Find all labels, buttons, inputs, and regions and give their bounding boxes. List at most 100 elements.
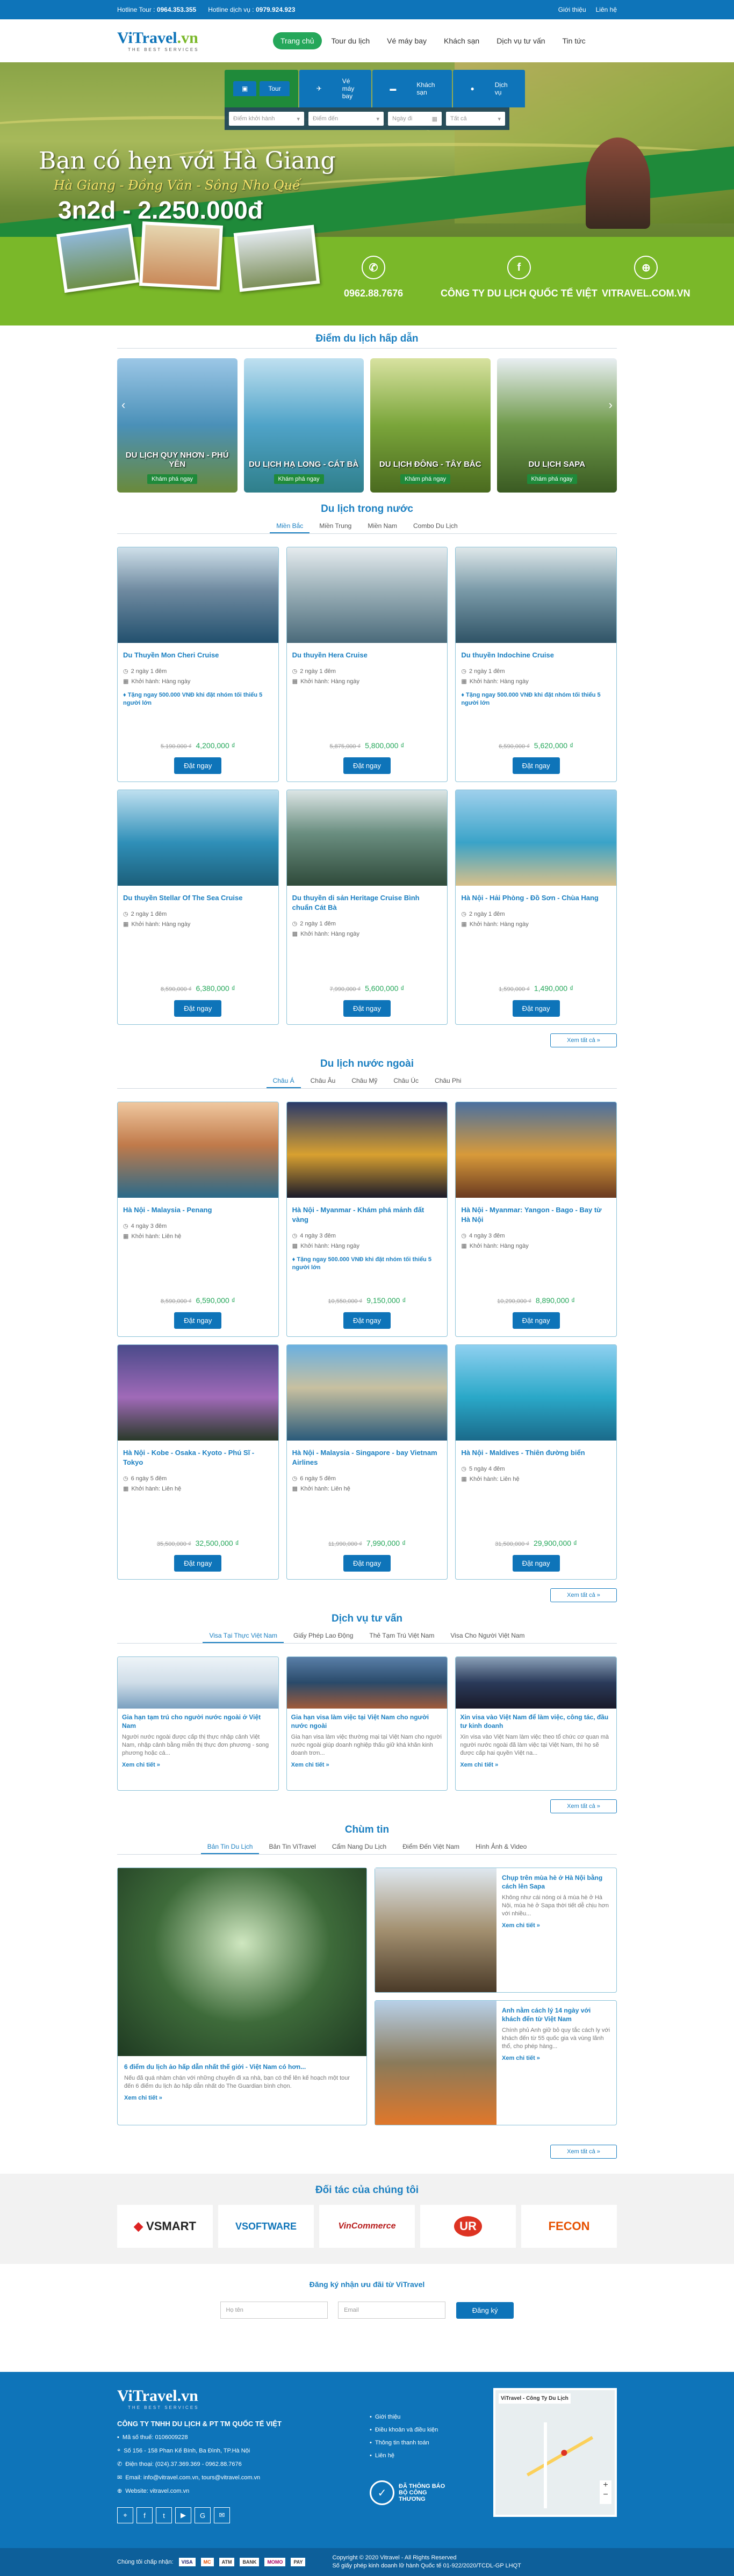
tour-card[interactable]: Hà Nội - Maldives - Thiên đường biển ◷ 5 … bbox=[455, 1344, 617, 1580]
tab-visa-vn[interactable]: Visa Tại Thực Việt Nam bbox=[203, 1629, 284, 1643]
tour-title[interactable]: Hà Nội - Kobe - Osaka - Kyoto - Phú Sĩ -… bbox=[123, 1448, 273, 1467]
read-more-link[interactable]: Xem chi tiết » bbox=[502, 2055, 611, 2061]
read-more-link[interactable]: Xem chi tiết » bbox=[460, 1762, 612, 1768]
slider-prev-icon[interactable]: ‹ bbox=[121, 398, 125, 412]
tab-australia[interactable]: Châu Úc bbox=[387, 1074, 425, 1088]
news-view-all[interactable]: Xem tất cả » bbox=[550, 2145, 617, 2159]
explore-button[interactable]: Khám phá ngay bbox=[147, 474, 198, 484]
read-more-link[interactable]: Xem chi tiết » bbox=[124, 2095, 360, 2101]
partner-logo[interactable]: FECON bbox=[521, 2205, 617, 2248]
nav-news[interactable]: Tin tức bbox=[555, 32, 593, 49]
tab-europe[interactable]: Châu Âu bbox=[304, 1074, 342, 1088]
tab-asia[interactable]: Châu Á bbox=[266, 1074, 301, 1088]
destination-card[interactable]: DU LỊCH QUY NHƠN - PHÚ YÊN Khám phá ngay bbox=[117, 358, 238, 493]
tour-title[interactable]: Hà Nội - Myanmar - Khám phá mảnh đất vàn… bbox=[292, 1205, 442, 1225]
tour-image[interactable] bbox=[286, 1345, 448, 1441]
tour-title[interactable]: Du thuyền di sản Heritage Cruise Bình ch… bbox=[292, 893, 442, 913]
service-card[interactable]: Gia hạn tạm trú cho người nước ngoài ở V… bbox=[117, 1656, 279, 1791]
departure-select[interactable]: Điểm khởi hành ▾ bbox=[229, 112, 304, 126]
tour-card[interactable]: Hà Nội - Malaysia - Penang ◷ 4 ngày 3 đêm… bbox=[117, 1102, 279, 1337]
tour-image[interactable] bbox=[456, 790, 616, 886]
tab-vitravel-news[interactable]: Bản Tin ViTravel bbox=[262, 1840, 322, 1854]
tour-card[interactable]: Hà Nội - Malaysia - Singapore - bay Viet… bbox=[286, 1344, 448, 1580]
slider-next-icon[interactable]: › bbox=[609, 398, 613, 412]
tour-card[interactable]: Du thuyền Hera Cruise ◷ 2 ngày 1 đêm ▦ Khở… bbox=[286, 547, 448, 782]
tab-residence-card[interactable]: Thẻ Tạm Trú Việt Nam bbox=[363, 1629, 441, 1643]
news-item[interactable]: Chụp trên mùa hè ở Hà Nội bằng cách lên … bbox=[375, 1868, 617, 1993]
youtube-icon[interactable]: ▶ bbox=[175, 2507, 191, 2523]
ministry-badge[interactable]: ✓ ĐÃ THÔNG BÁO BỘ CÔNG THƯƠNG bbox=[370, 2480, 493, 2505]
book-now-button[interactable]: Đặt ngay bbox=[174, 1555, 222, 1572]
tour-image[interactable] bbox=[286, 790, 448, 886]
tour-card[interactable]: Hà Nội - Myanmar: Yangon - Bago - Bay từ… bbox=[455, 1102, 617, 1337]
book-now-button[interactable]: Đặt ngay bbox=[343, 1312, 391, 1329]
tour-title[interactable]: Hà Nội - Hải Phòng - Đồ Sơn - Chùa Hang bbox=[461, 893, 611, 903]
tour-title[interactable]: Hà Nội - Myanmar: Yangon - Bago - Bay từ… bbox=[461, 1205, 611, 1225]
book-now-button[interactable]: Đặt ngay bbox=[512, 757, 560, 774]
google-plus-icon[interactable]: G bbox=[195, 2507, 211, 2523]
foreign-view-all[interactable]: Xem tất cả » bbox=[550, 1588, 617, 1602]
tour-image[interactable] bbox=[456, 1345, 616, 1441]
nav-tours[interactable]: Tour du lịch bbox=[324, 32, 378, 49]
explore-button[interactable]: Khám phá ngay bbox=[527, 474, 577, 484]
destination-card[interactable]: DU LỊCH HẠ LONG - CÁT BÀ Khám phá ngay bbox=[243, 358, 364, 493]
nav-hotels[interactable]: Khách sạn bbox=[436, 32, 487, 49]
news-item[interactable]: Anh nằm cách lý 14 ngày với khách đến từ… bbox=[375, 2000, 617, 2125]
twitter-icon[interactable]: t bbox=[156, 2507, 172, 2523]
book-now-button[interactable]: Đặt ngay bbox=[512, 1000, 560, 1017]
tour-title[interactable]: Du thuyền Stellar Of The Sea Cruise bbox=[123, 893, 273, 903]
destination-card[interactable]: DU LỊCH SAPA Khám phá ngay bbox=[496, 358, 617, 493]
tour-image[interactable] bbox=[118, 790, 278, 886]
map-zoom-icon[interactable]: + − bbox=[600, 2480, 611, 2504]
tab-america[interactable]: Châu Mỹ bbox=[345, 1074, 384, 1088]
destination-card[interactable]: DU LỊCH ĐÔNG - TÂY BẮC Khám phá ngay bbox=[370, 358, 491, 493]
tour-title[interactable]: Hà Nội - Malaysia - Penang bbox=[123, 1205, 273, 1215]
about-link[interactable]: Giới thiệu bbox=[558, 6, 586, 13]
service-title[interactable]: Xin visa vào Việt Nam để làm việc, công … bbox=[460, 1713, 612, 1730]
news-headline[interactable]: Chụp trên mùa hè ở Hà Nội bằng cách lên … bbox=[502, 1873, 611, 1891]
hero-banner[interactable]: ▣ Tour ✈ Vé máy bay ▬ Khách sạn ● Dịch vụ Đi… bbox=[0, 62, 734, 325]
tour-image[interactable] bbox=[118, 1102, 278, 1198]
search-tab-service[interactable]: ● Dịch vụ bbox=[453, 70, 525, 107]
tab-travel-news[interactable]: Bản Tin Du Lịch bbox=[200, 1840, 260, 1854]
partner-logo[interactable]: VSOFTWARE bbox=[218, 2205, 314, 2248]
explore-button[interactable]: Khám phá ngay bbox=[400, 474, 451, 484]
tour-title[interactable]: Du thuyền Indochine Cruise bbox=[461, 650, 611, 660]
tour-title[interactable]: Hà Nội - Maldives - Thiên đường biển bbox=[461, 1448, 611, 1458]
tour-image[interactable] bbox=[286, 1102, 448, 1198]
search-tab-tour[interactable]: ▣ Tour bbox=[225, 70, 298, 107]
tour-image[interactable] bbox=[118, 547, 278, 643]
email-input[interactable]: Email bbox=[338, 2302, 446, 2319]
service-card[interactable]: Xin visa vào Việt Nam để làm việc, công … bbox=[455, 1656, 617, 1791]
contact-link[interactable]: Liên hệ bbox=[596, 6, 617, 13]
tab-south[interactable]: Miền Nam bbox=[361, 519, 404, 533]
tab-handbook[interactable]: Cẩm Nang Du Lịch bbox=[326, 1840, 393, 1854]
subscribe-button[interactable]: Đăng ký bbox=[456, 2302, 514, 2319]
site-logo[interactable]: ViTravel.vn THE BEST SERVICES bbox=[117, 30, 208, 52]
tab-media[interactable]: Hình Ảnh & Video bbox=[469, 1840, 533, 1854]
book-now-button[interactable]: Đặt ngay bbox=[343, 1555, 391, 1572]
footer-link-about[interactable]: • Giới thiệu bbox=[370, 2414, 493, 2420]
tour-card[interactable]: Hà Nội - Hải Phòng - Đồ Sơn - Chùa Hang … bbox=[455, 790, 617, 1025]
tab-work-permit[interactable]: Giấy Phép Lao Động bbox=[287, 1629, 359, 1643]
partner-logo[interactable]: UR bbox=[420, 2205, 516, 2248]
search-tab-hotel[interactable]: ▬ Khách sạn bbox=[372, 70, 452, 107]
services-view-all[interactable]: Xem tất cả » bbox=[550, 1799, 617, 1813]
read-more-link[interactable]: Xem chi tiết » bbox=[122, 1762, 274, 1768]
nav-consulting[interactable]: Dịch vụ tư vấn bbox=[489, 32, 552, 49]
tour-image[interactable] bbox=[456, 547, 616, 643]
book-now-button[interactable]: Đặt ngay bbox=[512, 1555, 560, 1572]
date-input[interactable]: Ngày đi ▦ bbox=[388, 112, 442, 126]
book-now-button[interactable]: Đặt ngay bbox=[343, 1000, 391, 1017]
service-title[interactable]: Gia hạn tạm trú cho người nước ngoài ở V… bbox=[122, 1713, 274, 1730]
domestic-view-all[interactable]: Xem tất cả » bbox=[550, 1033, 617, 1047]
nav-flights[interactable]: Vé máy bay bbox=[379, 32, 434, 49]
service-title[interactable]: Gia hạn visa làm việc tại Việt Nam cho n… bbox=[291, 1713, 443, 1730]
tour-card[interactable]: Du Thuyền Mon Cheri Cruise ◷ 2 ngày 1 đêm… bbox=[117, 547, 279, 782]
tab-central[interactable]: Miền Trung bbox=[313, 519, 358, 533]
tour-title[interactable]: Du Thuyền Mon Cheri Cruise bbox=[123, 650, 273, 660]
tour-image[interactable] bbox=[286, 547, 448, 643]
news-headline[interactable]: 6 điểm du lịch ảo hấp dẫn nhất thế giới … bbox=[124, 2063, 360, 2071]
explore-button[interactable]: Khám phá ngay bbox=[274, 474, 324, 484]
tour-image[interactable] bbox=[118, 1345, 278, 1441]
